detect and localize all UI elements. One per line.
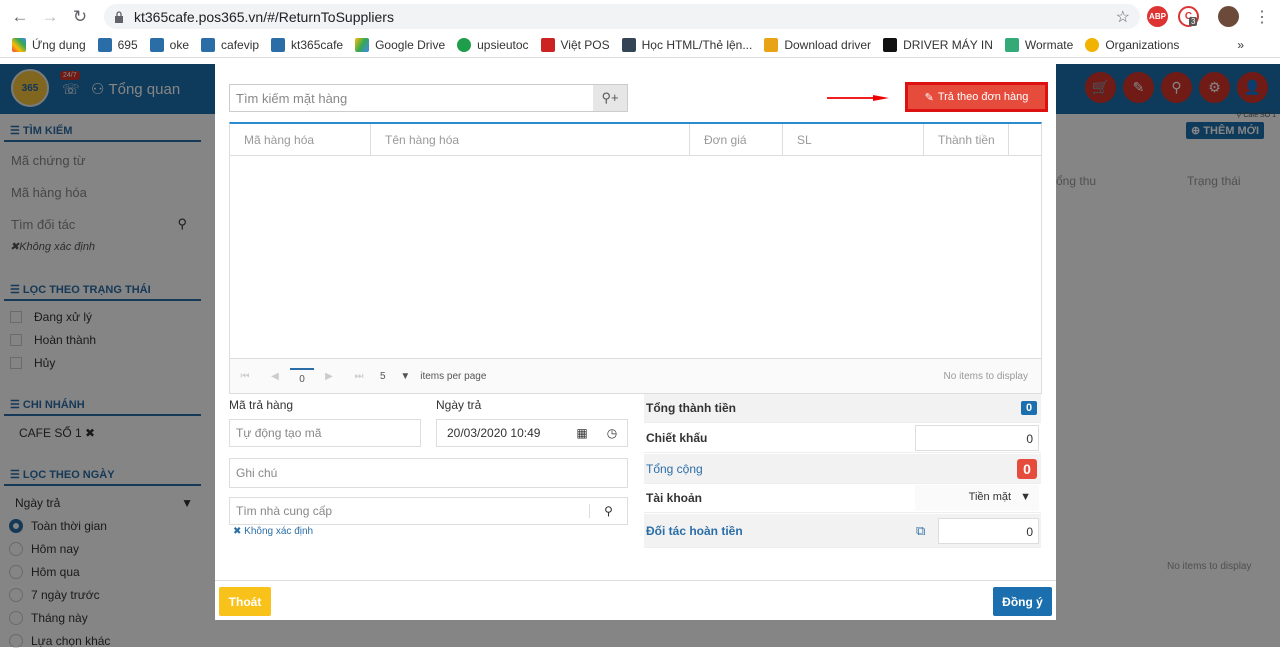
copy-icon[interactable]: ⧉: [916, 523, 925, 539]
supplier-search-input[interactable]: Tìm nhà cung cấp ⚲: [229, 497, 628, 525]
download-icon: [764, 38, 779, 52]
lock-icon: [115, 10, 123, 23]
return-by-order-button[interactable]: ✎ Trả theo đơn hàng: [905, 82, 1048, 112]
total-amount-badge: 0: [1021, 401, 1037, 415]
refund-row: Đối tác hoàn tiền ⧉ 0: [644, 514, 1041, 548]
back-icon[interactable]: ←: [10, 7, 30, 27]
bookmark-item[interactable]: Ứng dụng: [12, 38, 86, 52]
last-page-icon[interactable]: ⏭: [344, 371, 374, 382]
edit-icon: ✎: [924, 91, 934, 104]
next-page-icon[interactable]: ▶: [314, 371, 344, 382]
extension-badge: 3: [1189, 17, 1198, 26]
empty-message: No items to display: [943, 370, 1028, 382]
bookmark-icon: [149, 38, 164, 52]
bookmark-item[interactable]: Wormate: [1004, 38, 1073, 52]
reload-icon[interactable]: ↻: [70, 7, 90, 27]
return-modal: Tìm kiếm mặt hàng ⚲+ ✎ Trả theo đơn hàng…: [215, 64, 1056, 620]
adblock-icon[interactable]: ABP: [1147, 6, 1168, 27]
bookmark-item[interactable]: DRIVER MÁY IN: [883, 38, 993, 52]
upload-icon: [457, 38, 472, 52]
unspecified-tag[interactable]: ✖ Không xác định: [233, 526, 313, 537]
bookmark-item[interactable]: Việt POS: [540, 38, 610, 52]
confirm-button[interactable]: Đồng ý: [993, 587, 1052, 616]
forward-icon[interactable]: →: [40, 7, 60, 27]
grand-total-row: Tổng cộng 0: [644, 454, 1041, 484]
col-amount[interactable]: Thành tiền: [924, 124, 1009, 155]
apps-icon: [12, 38, 26, 52]
item-search-input[interactable]: Tìm kiếm mặt hàng ⚲+: [229, 84, 628, 112]
note-input[interactable]: Ghi chú: [229, 458, 628, 488]
return-date-input[interactable]: 20/03/2020 10:49 ▦ ◷: [436, 419, 628, 447]
organizations-icon: [1085, 38, 1100, 52]
prev-page-icon[interactable]: ◀: [260, 371, 290, 382]
calendar-icon[interactable]: ▦: [567, 426, 597, 440]
vietpos-icon: [540, 38, 555, 52]
bookmark-icon: [201, 38, 216, 52]
col-quantity[interactable]: SL: [783, 124, 924, 155]
bookmark-item[interactable]: Organizations: [1085, 38, 1179, 52]
bookmark-item[interactable]: 695: [97, 38, 138, 52]
bookmark-item[interactable]: Học HTML/Thẻ lện...: [621, 38, 752, 52]
avatar[interactable]: [1218, 6, 1239, 27]
grand-total-badge: 0: [1017, 458, 1037, 479]
page-size-select[interactable]: 5 ▼: [380, 371, 410, 382]
bookmark-icon: [271, 38, 286, 52]
discount-input[interactable]: 0: [915, 424, 1039, 451]
return-code-label: Mã trả hàng: [229, 398, 294, 412]
page-number[interactable]: 0: [290, 367, 314, 385]
search-add-icon[interactable]: ⚲+: [593, 85, 627, 111]
grid-header: Mã hàng hóa Tên hàng hóa Đơn giá SL Thàn…: [230, 124, 1041, 156]
arrow-icon: [827, 95, 889, 101]
bookmark-item[interactable]: Google Drive: [355, 38, 445, 52]
more-bookmarks-icon[interactable]: »: [1237, 38, 1244, 52]
col-unit-price[interactable]: Đơn giá: [690, 124, 783, 155]
chevron-down-icon: ▼: [1020, 491, 1031, 503]
return-date-label: Ngày trả: [436, 398, 482, 412]
browser-toolbar: ← → ↻ kt365cafe.pos365.vn/#/ReturnToSupp…: [0, 0, 1280, 33]
url-text: kt365cafe.pos365.vn/#/ReturnToSuppliers: [134, 8, 394, 25]
bookmark-item[interactable]: oke: [149, 38, 189, 52]
grid-pager: ⏮ ◀ 0 ▶ ⏭ 5 ▼ items per page No items to…: [230, 358, 1041, 393]
bookmark-item[interactable]: kt365cafe: [271, 38, 343, 52]
exit-button[interactable]: Thoát: [219, 587, 271, 616]
bookmark-icon: [97, 38, 112, 52]
items-per-page-label: items per page: [420, 370, 487, 382]
search-icon[interactable]: ⚲: [589, 504, 627, 518]
bookmark-star-icon[interactable]: ☆: [1116, 7, 1130, 27]
items-grid: Mã hàng hóa Tên hàng hóa Đơn giá SL Thàn…: [229, 122, 1042, 394]
first-page-icon[interactable]: ⏮: [230, 371, 260, 382]
account-select[interactable]: Tiền mặt ▼: [915, 485, 1039, 511]
refund-input[interactable]: 0: [938, 517, 1039, 544]
wormate-icon: [1004, 38, 1019, 52]
clock-icon[interactable]: ◷: [597, 426, 627, 440]
discount-row: Chiết khấu 0: [644, 423, 1041, 453]
google-drive-icon: [355, 38, 370, 52]
bookmark-item[interactable]: cafevip: [201, 38, 259, 52]
col-item-name[interactable]: Tên hàng hóa: [371, 124, 690, 155]
col-item-code[interactable]: Mã hàng hóa: [230, 124, 371, 155]
html-icon: [621, 38, 636, 52]
menu-icon[interactable]: ⋮: [1254, 7, 1270, 27]
bookmark-item[interactable]: upsieutoc: [457, 38, 529, 52]
address-bar[interactable]: kt365cafe.pos365.vn/#/ReturnToSuppliers …: [104, 4, 1140, 29]
modal-footer: Thoát Đồng ý: [215, 580, 1056, 620]
bookmarks-bar: Ứng dụng 695 oke cafevip kt365cafe Googl…: [0, 33, 1280, 58]
account-row: Tài khoản Tiền mặt ▼: [644, 484, 1041, 513]
driver-icon: [883, 38, 898, 52]
chevron-down-icon: ▼: [400, 370, 411, 382]
return-code-input[interactable]: Tự động tạo mã: [229, 419, 421, 447]
total-amount-row: Tổng thành tiền 0: [644, 394, 1041, 423]
bookmark-item[interactable]: Download driver: [764, 38, 871, 52]
